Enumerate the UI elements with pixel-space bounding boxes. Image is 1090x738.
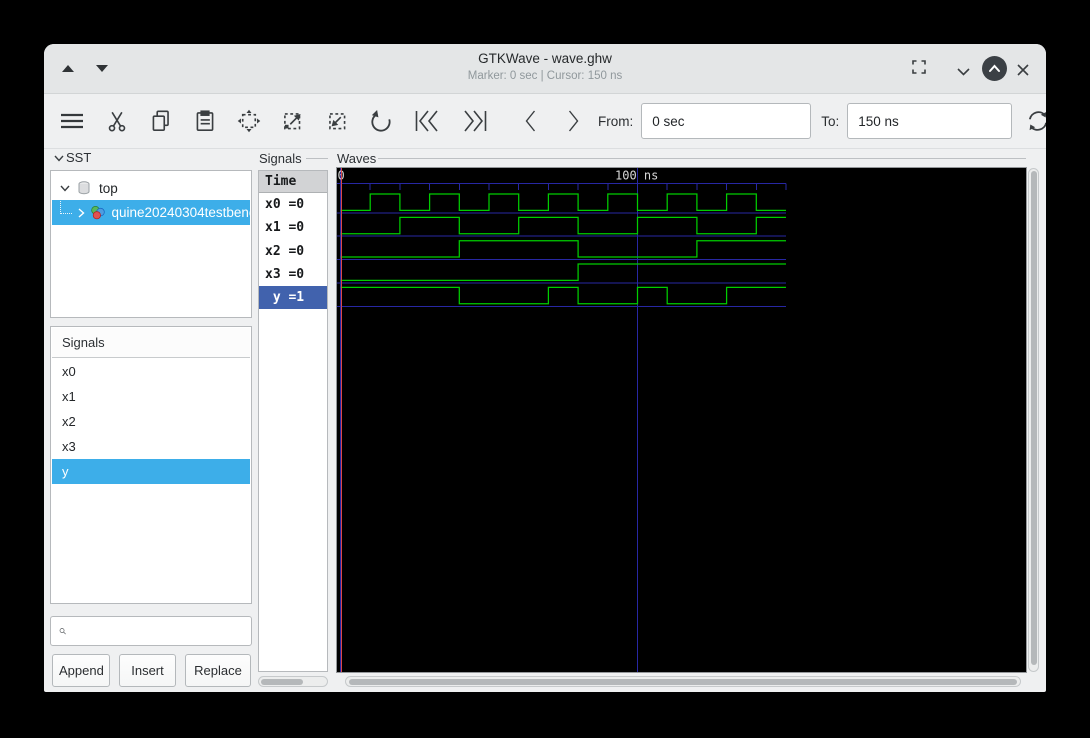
undo-icon[interactable] bbox=[368, 108, 394, 134]
window-subtitle: Marker: 0 sec | Cursor: 150 ns bbox=[467, 70, 623, 82]
sst-header[interactable]: SST bbox=[52, 150, 91, 165]
waves-vscrollbar-handle[interactable] bbox=[1030, 171, 1037, 665]
from-input[interactable] bbox=[641, 103, 812, 139]
timescale-label: 100 ns bbox=[615, 169, 658, 183]
signal-value-row[interactable]: x3 =0 bbox=[259, 263, 327, 286]
signal-value-row[interactable]: x1 =0 bbox=[259, 216, 327, 239]
cut-icon[interactable] bbox=[104, 108, 130, 134]
signal-list-item-y[interactable]: y bbox=[52, 459, 250, 484]
signal-list-item-x3[interactable]: x3 bbox=[52, 434, 250, 459]
signal-value-row[interactable]: y =1 bbox=[259, 286, 327, 310]
append-button[interactable]: Append bbox=[52, 654, 110, 687]
zoom-out-icon[interactable] bbox=[324, 108, 350, 134]
paste-icon[interactable] bbox=[192, 108, 218, 134]
menu-icon[interactable] bbox=[58, 108, 86, 134]
replace-button[interactable]: Replace bbox=[185, 654, 251, 687]
copy-icon[interactable] bbox=[148, 108, 174, 134]
signal-list-item-x2[interactable]: x2 bbox=[52, 409, 250, 434]
signal-list-header: Signals bbox=[52, 328, 250, 358]
to-start-icon[interactable] bbox=[412, 107, 442, 135]
waves-hscrollbar[interactable] bbox=[345, 676, 1021, 687]
wave-trace-x2 bbox=[340, 240, 786, 258]
maximize-icon[interactable] bbox=[910, 58, 928, 81]
from-label: From: bbox=[598, 113, 634, 129]
signal-list-box: Signals x0 x1 x2 x3 y bbox=[50, 326, 252, 604]
titlebar[interactable]: GTKWave - wave.ghw Marker: 0 sec | Curso… bbox=[44, 44, 1046, 94]
wave-trace-y bbox=[340, 286, 786, 305]
waves-hscrollbar-handle[interactable] bbox=[349, 678, 1017, 685]
time-header[interactable]: Time bbox=[259, 171, 327, 193]
reload-icon[interactable] bbox=[1024, 107, 1046, 135]
wave-trace-x3 bbox=[340, 263, 786, 282]
signal-value-row[interactable]: x2 =0 bbox=[259, 240, 327, 263]
chevron-down-icon[interactable] bbox=[956, 64, 971, 82]
names-hscrollbar[interactable] bbox=[258, 676, 328, 687]
signal-value-row[interactable]: x0 =0 bbox=[259, 193, 327, 216]
close-icon[interactable] bbox=[1016, 63, 1030, 82]
next-edge-icon[interactable] bbox=[564, 107, 584, 135]
window-title: GTKWave - wave.ghw bbox=[478, 51, 612, 66]
to-input[interactable] bbox=[847, 103, 1013, 139]
names-panel: Time x0 =0 x1 =0 x2 =0 x3 =0 y =1 bbox=[258, 170, 328, 672]
names-panel-header: Signals bbox=[259, 151, 302, 166]
keep-above-button[interactable] bbox=[982, 56, 1007, 81]
wave-trace-x0 bbox=[340, 193, 786, 211]
tree-guide bbox=[60, 201, 72, 214]
hierarchy-db-icon bbox=[78, 181, 90, 195]
waves-vscrollbar[interactable] bbox=[1028, 168, 1039, 672]
names-hscrollbar-handle[interactable] bbox=[261, 678, 303, 685]
tree-item-label: top bbox=[99, 180, 118, 196]
signal-list-item-x0[interactable]: x0 bbox=[52, 359, 250, 384]
zoom-fit-icon[interactable] bbox=[236, 108, 262, 134]
insert-button[interactable]: Insert bbox=[119, 654, 176, 687]
names-legend-line bbox=[306, 158, 328, 159]
wave-canvas[interactable]: 0100 ns bbox=[336, 167, 1027, 673]
sst-tree: top quine20240304testbench bbox=[50, 170, 252, 318]
waves-panel-header: Waves bbox=[337, 151, 377, 166]
zoom-in-icon[interactable] bbox=[280, 108, 306, 134]
prev-edge-icon[interactable] bbox=[520, 107, 540, 135]
toolbar: From: To: bbox=[44, 94, 1046, 149]
tree-item-label: quine20240304testbench bbox=[111, 205, 251, 220]
gtkwave-window: GTKWave - wave.ghw Marker: 0 sec | Curso… bbox=[44, 44, 1046, 692]
wave-trace-x1 bbox=[340, 216, 786, 235]
signal-list-item-x1[interactable]: x1 bbox=[52, 384, 250, 409]
sst-header-label: SST bbox=[66, 150, 92, 165]
to-end-icon[interactable] bbox=[460, 107, 490, 135]
search-icon bbox=[59, 628, 66, 635]
waves-legend-line bbox=[378, 158, 1026, 159]
module-icon bbox=[91, 206, 105, 220]
search-input[interactable] bbox=[71, 618, 251, 644]
signal-search[interactable] bbox=[50, 616, 252, 646]
tree-item-testbench[interactable]: quine20240304testbench bbox=[52, 200, 250, 225]
tree-item-top[interactable]: top bbox=[52, 176, 250, 200]
to-label: To: bbox=[821, 113, 840, 129]
